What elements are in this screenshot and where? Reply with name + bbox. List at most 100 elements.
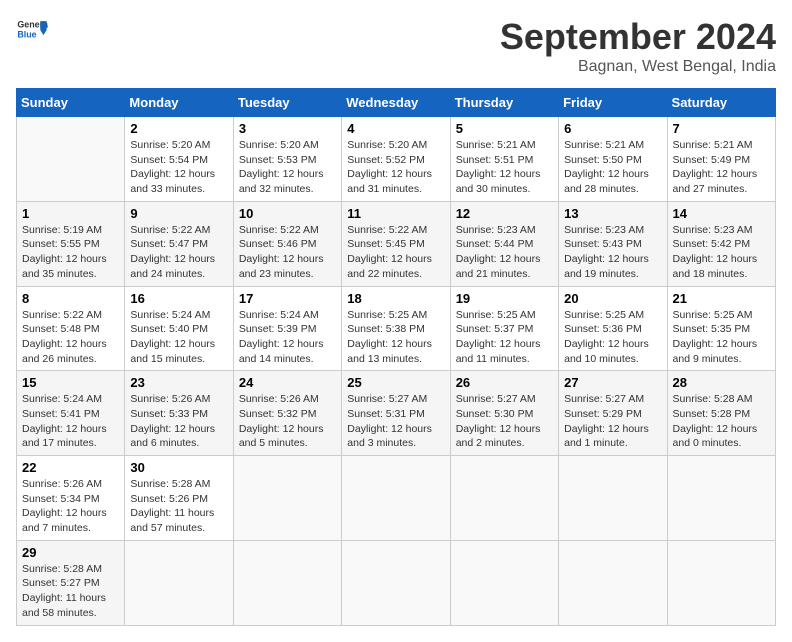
calendar-cell: 19 Sunrise: 5:25 AM Sunset: 5:37 PM Dayl… — [450, 286, 558, 371]
calendar-cell: 4 Sunrise: 5:20 AM Sunset: 5:52 PM Dayli… — [342, 117, 450, 202]
sunrise-text: Sunrise: 5:19 AM — [22, 224, 102, 236]
sunset-text: Sunset: 5:45 PM — [347, 238, 425, 250]
sunrise-text: Sunrise: 5:27 AM — [456, 393, 536, 405]
calendar-cell: 21 Sunrise: 5:25 AM Sunset: 5:35 PM Dayl… — [667, 286, 775, 371]
sunset-text: Sunset: 5:50 PM — [564, 154, 642, 166]
day-info: Sunrise: 5:25 AM Sunset: 5:37 PM Dayligh… — [456, 308, 553, 367]
day-number: 29 — [22, 545, 119, 560]
sunrise-text: Sunrise: 5:21 AM — [564, 139, 644, 151]
calendar-cell: 10 Sunrise: 5:22 AM Sunset: 5:46 PM Dayl… — [233, 201, 341, 286]
sunrise-text: Sunrise: 5:25 AM — [673, 309, 753, 321]
sunrise-text: Sunrise: 5:22 AM — [22, 309, 102, 321]
calendar-cell: 30 Sunrise: 5:28 AM Sunset: 5:26 PM Dayl… — [125, 456, 233, 541]
sunset-text: Sunset: 5:35 PM — [673, 323, 751, 335]
calendar-cell: 12 Sunrise: 5:23 AM Sunset: 5:44 PM Dayl… — [450, 201, 558, 286]
sunrise-text: Sunrise: 5:22 AM — [347, 224, 427, 236]
day-info: Sunrise: 5:27 AM Sunset: 5:30 PM Dayligh… — [456, 392, 553, 451]
svg-text:Blue: Blue — [17, 30, 36, 40]
day-number: 9 — [130, 206, 227, 221]
daylight-text: Daylight: 12 hours and 6 minutes. — [130, 423, 215, 450]
calendar-week-row: 1 Sunrise: 5:19 AM Sunset: 5:55 PM Dayli… — [17, 201, 776, 286]
day-info: Sunrise: 5:26 AM Sunset: 5:33 PM Dayligh… — [130, 392, 227, 451]
daylight-text: Daylight: 12 hours and 9 minutes. — [673, 338, 758, 365]
day-number: 16 — [130, 291, 227, 306]
calendar-cell: 14 Sunrise: 5:23 AM Sunset: 5:42 PM Dayl… — [667, 201, 775, 286]
calendar-cell: 23 Sunrise: 5:26 AM Sunset: 5:33 PM Dayl… — [125, 371, 233, 456]
daylight-text: Daylight: 12 hours and 7 minutes. — [22, 507, 107, 534]
day-number: 1 — [22, 206, 119, 221]
calendar-cell — [342, 540, 450, 625]
day-number: 25 — [347, 375, 444, 390]
daylight-text: Daylight: 12 hours and 2 minutes. — [456, 423, 541, 450]
daylight-text: Daylight: 12 hours and 21 minutes. — [456, 253, 541, 280]
daylight-text: Daylight: 12 hours and 18 minutes. — [673, 253, 758, 280]
sunrise-text: Sunrise: 5:25 AM — [456, 309, 536, 321]
sunset-text: Sunset: 5:36 PM — [564, 323, 642, 335]
calendar-cell: 8 Sunrise: 5:22 AM Sunset: 5:48 PM Dayli… — [17, 286, 125, 371]
calendar-week-row: 15 Sunrise: 5:24 AM Sunset: 5:41 PM Dayl… — [17, 371, 776, 456]
day-number: 24 — [239, 375, 336, 390]
day-number: 14 — [673, 206, 770, 221]
calendar-cell — [667, 540, 775, 625]
sunset-text: Sunset: 5:41 PM — [22, 408, 100, 420]
day-number: 26 — [456, 375, 553, 390]
calendar-cell — [450, 456, 558, 541]
sunrise-text: Sunrise: 5:24 AM — [130, 309, 210, 321]
calendar-cell — [667, 456, 775, 541]
sunrise-text: Sunrise: 5:28 AM — [22, 563, 102, 575]
sunset-text: Sunset: 5:34 PM — [22, 493, 100, 505]
daylight-text: Daylight: 12 hours and 27 minutes. — [673, 168, 758, 195]
sunrise-text: Sunrise: 5:27 AM — [564, 393, 644, 405]
day-number: 22 — [22, 460, 119, 475]
sunset-text: Sunset: 5:42 PM — [673, 238, 751, 250]
daylight-text: Daylight: 12 hours and 1 minute. — [564, 423, 649, 450]
col-wednesday: Wednesday — [342, 89, 450, 117]
day-number: 3 — [239, 121, 336, 136]
calendar-cell: 6 Sunrise: 5:21 AM Sunset: 5:50 PM Dayli… — [559, 117, 667, 202]
day-info: Sunrise: 5:25 AM Sunset: 5:38 PM Dayligh… — [347, 308, 444, 367]
day-number: 15 — [22, 375, 119, 390]
day-info: Sunrise: 5:21 AM Sunset: 5:51 PM Dayligh… — [456, 138, 553, 197]
col-saturday: Saturday — [667, 89, 775, 117]
sunrise-text: Sunrise: 5:28 AM — [130, 478, 210, 490]
sunset-text: Sunset: 5:40 PM — [130, 323, 208, 335]
day-info: Sunrise: 5:20 AM Sunset: 5:53 PM Dayligh… — [239, 138, 336, 197]
sunrise-text: Sunrise: 5:25 AM — [564, 309, 644, 321]
day-info: Sunrise: 5:19 AM Sunset: 5:55 PM Dayligh… — [22, 223, 119, 282]
sunset-text: Sunset: 5:38 PM — [347, 323, 425, 335]
sunrise-text: Sunrise: 5:26 AM — [239, 393, 319, 405]
calendar-week-row: 29 Sunrise: 5:28 AM Sunset: 5:27 PM Dayl… — [17, 540, 776, 625]
daylight-text: Daylight: 12 hours and 10 minutes. — [564, 338, 649, 365]
calendar-cell — [342, 456, 450, 541]
day-info: Sunrise: 5:20 AM Sunset: 5:52 PM Dayligh… — [347, 138, 444, 197]
calendar-cell: 20 Sunrise: 5:25 AM Sunset: 5:36 PM Dayl… — [559, 286, 667, 371]
calendar-cell: 29 Sunrise: 5:28 AM Sunset: 5:27 PM Dayl… — [17, 540, 125, 625]
day-number: 2 — [130, 121, 227, 136]
sunset-text: Sunset: 5:47 PM — [130, 238, 208, 250]
day-number: 30 — [130, 460, 227, 475]
sunrise-text: Sunrise: 5:22 AM — [130, 224, 210, 236]
calendar-cell — [17, 117, 125, 202]
daylight-text: Daylight: 11 hours and 57 minutes. — [130, 507, 214, 534]
calendar-cell: 16 Sunrise: 5:24 AM Sunset: 5:40 PM Dayl… — [125, 286, 233, 371]
day-number: 7 — [673, 121, 770, 136]
calendar-week-row: 2 Sunrise: 5:20 AM Sunset: 5:54 PM Dayli… — [17, 117, 776, 202]
calendar-week-row: 22 Sunrise: 5:26 AM Sunset: 5:34 PM Dayl… — [17, 456, 776, 541]
logo-icon: General Blue — [16, 16, 48, 44]
daylight-text: Daylight: 12 hours and 31 minutes. — [347, 168, 432, 195]
sunset-text: Sunset: 5:27 PM — [22, 577, 100, 589]
sunset-text: Sunset: 5:54 PM — [130, 154, 208, 166]
day-number: 28 — [673, 375, 770, 390]
calendar-cell: 17 Sunrise: 5:24 AM Sunset: 5:39 PM Dayl… — [233, 286, 341, 371]
month-title: September 2024 — [500, 16, 776, 58]
col-friday: Friday — [559, 89, 667, 117]
sunset-text: Sunset: 5:48 PM — [22, 323, 100, 335]
sunset-text: Sunset: 5:46 PM — [239, 238, 317, 250]
sunrise-text: Sunrise: 5:21 AM — [673, 139, 753, 151]
day-info: Sunrise: 5:22 AM Sunset: 5:48 PM Dayligh… — [22, 308, 119, 367]
day-number: 4 — [347, 121, 444, 136]
calendar-cell: 22 Sunrise: 5:26 AM Sunset: 5:34 PM Dayl… — [17, 456, 125, 541]
calendar-cell: 28 Sunrise: 5:28 AM Sunset: 5:28 PM Dayl… — [667, 371, 775, 456]
calendar-cell — [125, 540, 233, 625]
daylight-text: Daylight: 12 hours and 33 minutes. — [130, 168, 215, 195]
